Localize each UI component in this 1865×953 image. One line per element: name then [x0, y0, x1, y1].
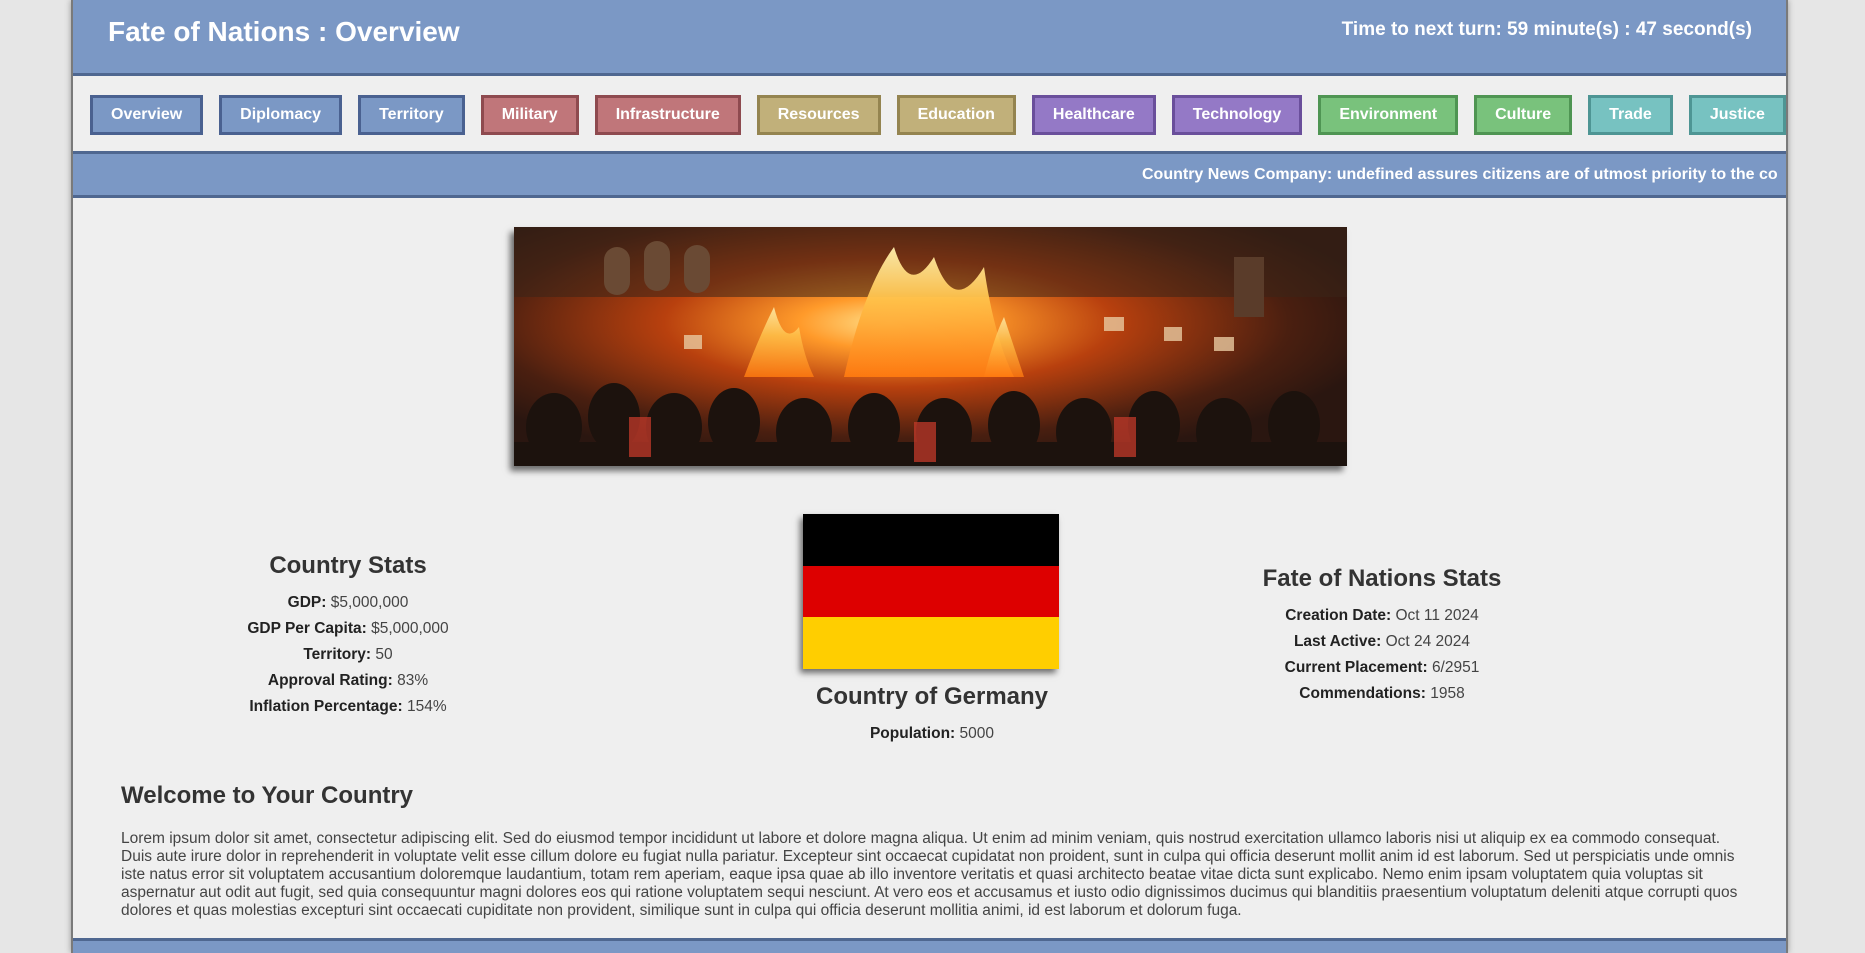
stat-value: 50: [375, 646, 393, 663]
stat-value: 1958: [1430, 685, 1465, 702]
banner-image: [514, 227, 1347, 466]
stat-current-placement: Current Placement: 6/2951: [1227, 655, 1537, 681]
stat-label: Creation Date:: [1285, 607, 1392, 624]
stat-label: GDP:: [287, 594, 327, 611]
stat-label: Population:: [869, 725, 956, 742]
fon-stats-panel: Fate of Nations Stats Creation Date: Oct…: [1227, 565, 1537, 707]
welcome-section: Welcome to Your Country Lorem ipsum dolo…: [121, 782, 1741, 920]
stat-label: Commendations:: [1299, 685, 1426, 702]
nav-technology[interactable]: Technology: [1171, 94, 1303, 135]
welcome-body: Lorem ipsum dolor sit amet, consectetur …: [121, 830, 1738, 919]
stat-gdp: GDP: $5,000,000: [223, 590, 473, 616]
banner-crowd-fire-illustration: [514, 227, 1347, 466]
stat-value: 154%: [406, 698, 447, 715]
stat-label: Inflation Percentage:: [249, 698, 403, 715]
stat-value: 6/2951: [1431, 659, 1480, 676]
stat-value: $5,000,000: [330, 594, 409, 611]
nav-infrastructure[interactable]: Infrastructure: [594, 94, 741, 135]
page-title: Fate of Nations : Overview: [108, 16, 460, 47]
nav-military[interactable]: Military: [480, 94, 579, 135]
nav-diplomacy[interactable]: Diplomacy: [219, 94, 343, 135]
nav-environment[interactable]: Environment: [1318, 94, 1459, 135]
country-stats-panel: Country Stats GDP: $5,000,000 GDP Per Ca…: [223, 552, 473, 720]
stat-value: 5000: [959, 725, 995, 742]
nav-territory[interactable]: Territory: [358, 94, 465, 135]
flag-stripe-black: [803, 514, 1059, 566]
news-ticker: Country News Company: undefined assures …: [73, 151, 1786, 198]
stat-approval-rating: Approval Rating: 83%: [223, 668, 473, 694]
country-flag: [803, 514, 1059, 670]
footer-bar: [73, 938, 1786, 953]
stat-label: GDP Per Capita:: [247, 620, 367, 637]
stat-label: Last Active:: [1293, 633, 1382, 650]
page-frame: Fate of Nations : Overview Time to next …: [71, 0, 1788, 953]
stat-value: 83%: [397, 672, 429, 689]
welcome-title: Welcome to Your Country: [121, 782, 414, 809]
country-stats-title: Country Stats: [269, 552, 427, 579]
flag-stripe-gold: [803, 617, 1059, 670]
stat-value: Oct 11 2024: [1395, 607, 1479, 624]
nav-education[interactable]: Education: [896, 94, 1016, 135]
nav-healthcare[interactable]: Healthcare: [1031, 94, 1156, 135]
stat-commendations: Commendations: 1958: [1227, 681, 1537, 707]
header: Fate of Nations : Overview Time to next …: [73, 0, 1786, 76]
stat-last-active: Last Active: Oct 24 2024: [1227, 629, 1537, 655]
stat-label: Territory:: [303, 646, 372, 663]
nav-overview[interactable]: Overview: [90, 94, 204, 135]
nav-culture[interactable]: Culture: [1474, 94, 1573, 135]
country-info: Country of Germany Population: 5000: [802, 683, 1062, 743]
nav-trade[interactable]: Trade: [1588, 94, 1673, 135]
stat-value: $5,000,000: [371, 620, 449, 637]
stat-value: Oct 24 2024: [1385, 633, 1471, 650]
stat-inflation: Inflation Percentage: 154%: [223, 694, 473, 720]
turn-timer: Time to next turn: 59 minute(s) : 47 sec…: [1341, 18, 1752, 40]
flag-stripe-red: [803, 565, 1059, 618]
stat-label: Current Placement:: [1284, 659, 1428, 676]
fon-stats-title: Fate of Nations Stats: [1262, 565, 1502, 592]
main-nav: Overview Diplomacy Territory Military In…: [73, 76, 1786, 151]
stat-creation-date: Creation Date: Oct 11 2024: [1227, 603, 1537, 629]
nav-resources[interactable]: Resources: [756, 94, 881, 135]
stat-label: Approval Rating:: [267, 672, 393, 689]
stat-territory: Territory: 50: [223, 642, 473, 668]
country-name: Country of Germany: [815, 683, 1049, 710]
stat-gdp-per-capita: GDP Per Capita: $5,000,000: [223, 616, 473, 642]
news-ticker-text: Country News Company: undefined assures …: [1142, 165, 1778, 183]
nav-justice[interactable]: Justice: [1688, 94, 1786, 135]
stat-population: Population: 5000: [802, 725, 1062, 743]
